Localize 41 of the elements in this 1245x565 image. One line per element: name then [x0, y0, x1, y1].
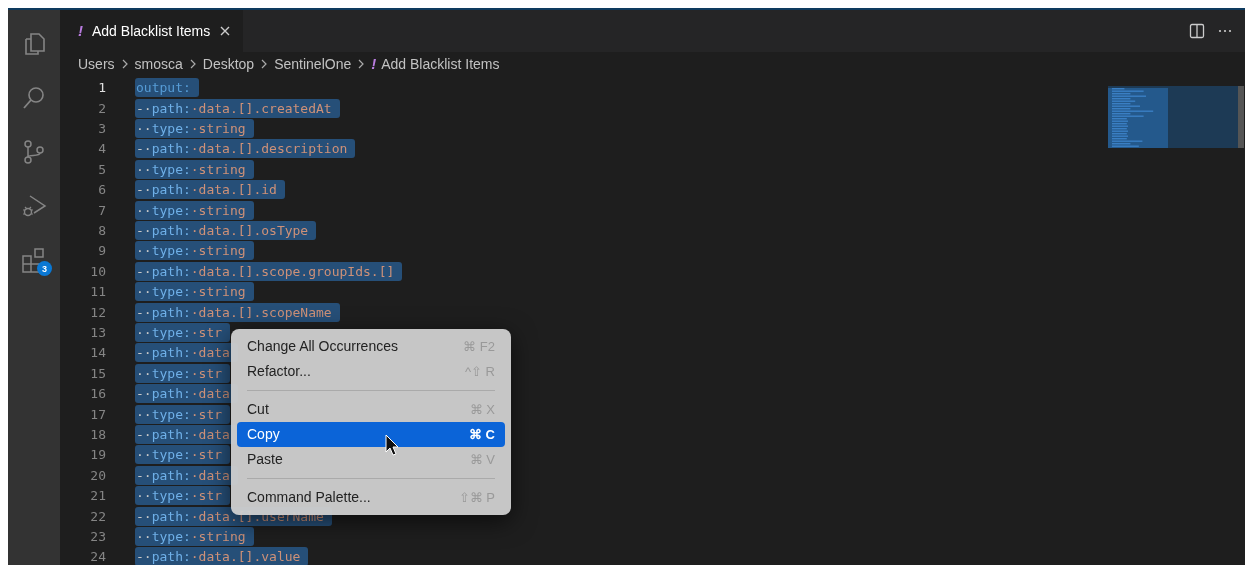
split-editor-icon[interactable] — [1189, 22, 1205, 39]
scrollbar[interactable] — [1238, 85, 1244, 148]
line-number: 19 — [89, 447, 107, 463]
line-number: 11 — [89, 284, 107, 300]
line-number: 24 — [89, 549, 107, 565]
line-number: 7 — [97, 202, 107, 218]
activity-button[interactable]: 3 — [14, 240, 54, 280]
line-number: 8 — [97, 223, 107, 239]
close-icon[interactable] — [219, 24, 232, 37]
breadcrumb-item[interactable]: Desktop — [202, 55, 255, 72]
line-number: 13 — [89, 325, 107, 340]
line-number: 16 — [89, 386, 107, 402]
line-number: 20 — [89, 467, 107, 483]
line-number: 15 — [89, 365, 107, 381]
line-number: 23 — [89, 528, 107, 544]
tab-label: Add Blacklist Items — [92, 22, 211, 39]
breadcrumb-item[interactable]: Add Blacklist Items — [381, 55, 500, 72]
yaml-file-icon: ! — [371, 55, 377, 73]
breadcrumb-item[interactable]: smosca — [134, 55, 183, 72]
line-number: 22 — [89, 508, 107, 524]
line-number: 17 — [89, 406, 107, 422]
line-number: 14 — [89, 345, 107, 361]
line-number: 9 — [97, 243, 107, 259]
breadcrumb-item[interactable]: SentinelOne — [274, 55, 352, 72]
line-number: 5 — [97, 161, 107, 177]
yaml-file-icon: ! — [78, 22, 83, 40]
breadcrumb-item[interactable]: Users — [78, 55, 115, 72]
line-number: 21 — [89, 488, 107, 504]
line-number: 2 — [97, 100, 107, 116]
notification-badge: 3 — [37, 261, 52, 276]
mouse-pointer-icon — [385, 433, 399, 456]
line-number: 10 — [89, 263, 107, 279]
line-number: 4 — [97, 141, 107, 157]
line-number: 6 — [97, 182, 107, 198]
line-number: 12 — [89, 304, 107, 320]
line-number: 18 — [89, 426, 107, 442]
minimap[interactable] — [1108, 85, 1238, 148]
line-number: 1 — [97, 80, 107, 96]
line-number: 3 — [97, 121, 107, 137]
menu-item[interactable]: Copy ⌘ C — [237, 421, 505, 447]
editor-tab[interactable]: ! Add Blacklist Items — [60, 10, 244, 52]
